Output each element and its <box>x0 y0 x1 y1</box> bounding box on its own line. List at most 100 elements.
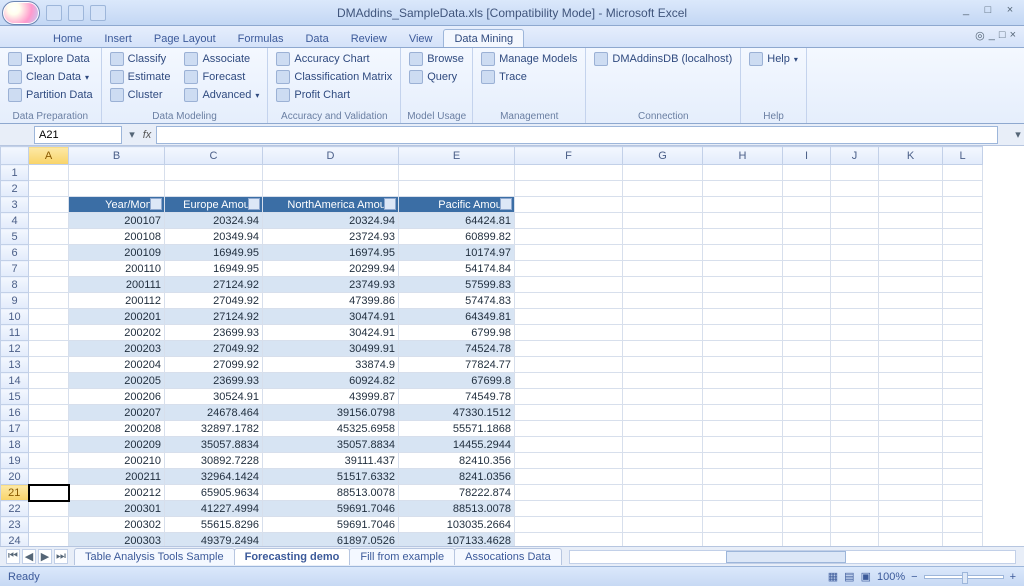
cell-I6[interactable] <box>783 245 831 261</box>
cell-L12[interactable] <box>943 341 983 357</box>
cell-D18[interactable]: 35057.8834 <box>263 437 399 453</box>
cell-B1[interactable] <box>69 165 165 181</box>
cell-A8[interactable] <box>29 277 69 293</box>
sheet-tab-table-analysis-tools-sample[interactable]: Table Analysis Tools Sample <box>74 548 235 565</box>
cell-F16[interactable] <box>515 405 623 421</box>
cell-D13[interactable]: 33874.9 <box>263 357 399 373</box>
cell-J3[interactable] <box>831 197 879 213</box>
cell-D17[interactable]: 45325.6958 <box>263 421 399 437</box>
cell-C5[interactable]: 20349.94 <box>165 229 263 245</box>
cell-F4[interactable] <box>515 213 623 229</box>
cell-B13[interactable]: 200204 <box>69 357 165 373</box>
cell-D7[interactable]: 20299.94 <box>263 261 399 277</box>
row-header[interactable]: 23 <box>1 517 29 533</box>
cell-K22[interactable] <box>879 501 943 517</box>
cell-F24[interactable] <box>515 533 623 547</box>
cell-L10[interactable] <box>943 309 983 325</box>
view-break-icon[interactable]: ▣ <box>861 570 871 583</box>
cell-L16[interactable] <box>943 405 983 421</box>
cell-D19[interactable]: 39111.437 <box>263 453 399 469</box>
cell-D22[interactable]: 59691.7046 <box>263 501 399 517</box>
column-header-C[interactable]: C <box>165 147 263 165</box>
cell-D5[interactable]: 23724.93 <box>263 229 399 245</box>
qat-save-icon[interactable] <box>46 5 62 21</box>
filter-dropdown-icon[interactable] <box>150 198 162 210</box>
cell-G6[interactable] <box>623 245 703 261</box>
row-header[interactable]: 7 <box>1 261 29 277</box>
ribbon-classification-matrix[interactable]: Classification Matrix <box>274 69 394 85</box>
zoom-out-button[interactable]: − <box>911 571 917 583</box>
row-header[interactable]: 17 <box>1 421 29 437</box>
cell-B22[interactable]: 200301 <box>69 501 165 517</box>
cell-J4[interactable] <box>831 213 879 229</box>
ribbon-minimize-icon[interactable]: _ <box>989 29 995 42</box>
formula-bar[interactable] <box>156 126 998 144</box>
cell-F11[interactable] <box>515 325 623 341</box>
filter-dropdown-icon[interactable] <box>248 198 260 210</box>
cell-A14[interactable] <box>29 373 69 389</box>
cell-E21[interactable]: 78222.874 <box>399 485 515 501</box>
cell-A23[interactable] <box>29 517 69 533</box>
ribbon-classify[interactable]: Classify <box>108 51 173 67</box>
cell-G17[interactable] <box>623 421 703 437</box>
cell-J1[interactable] <box>831 165 879 181</box>
cell-E10[interactable]: 64349.81 <box>399 309 515 325</box>
cell-H23[interactable] <box>703 517 783 533</box>
cell-J6[interactable] <box>831 245 879 261</box>
cell-L23[interactable] <box>943 517 983 533</box>
cell-K19[interactable] <box>879 453 943 469</box>
cell-K11[interactable] <box>879 325 943 341</box>
ribbon-cluster[interactable]: Cluster <box>108 87 173 103</box>
row-header[interactable]: 9 <box>1 293 29 309</box>
select-all-corner[interactable] <box>1 147 29 165</box>
row-header[interactable]: 8 <box>1 277 29 293</box>
row-header[interactable]: 12 <box>1 341 29 357</box>
cell-A6[interactable] <box>29 245 69 261</box>
cell-L3[interactable] <box>943 197 983 213</box>
cell-K9[interactable] <box>879 293 943 309</box>
cell-H12[interactable] <box>703 341 783 357</box>
cell-L5[interactable] <box>943 229 983 245</box>
cell-F22[interactable] <box>515 501 623 517</box>
cell-H9[interactable] <box>703 293 783 309</box>
cell-B20[interactable]: 200211 <box>69 469 165 485</box>
cell-E15[interactable]: 74549.78 <box>399 389 515 405</box>
menu-tab-home[interactable]: Home <box>42 29 93 47</box>
ribbon-query[interactable]: Query <box>407 69 466 85</box>
cell-D12[interactable]: 30499.91 <box>263 341 399 357</box>
cell-D16[interactable]: 39156.0798 <box>263 405 399 421</box>
cell-J10[interactable] <box>831 309 879 325</box>
cell-L24[interactable] <box>943 533 983 547</box>
cell-B6[interactable]: 200109 <box>69 245 165 261</box>
cell-A15[interactable] <box>29 389 69 405</box>
cell-C1[interactable] <box>165 165 263 181</box>
cell-F5[interactable] <box>515 229 623 245</box>
cell-J8[interactable] <box>831 277 879 293</box>
sheet-nav-next-icon[interactable]: ▶ <box>38 549 52 564</box>
cell-F8[interactable] <box>515 277 623 293</box>
cell-G12[interactable] <box>623 341 703 357</box>
column-header-J[interactable]: J <box>831 147 879 165</box>
cell-A7[interactable] <box>29 261 69 277</box>
cell-F2[interactable] <box>515 181 623 197</box>
cell-D20[interactable]: 51517.6332 <box>263 469 399 485</box>
cell-K14[interactable] <box>879 373 943 389</box>
cell-D14[interactable]: 60924.82 <box>263 373 399 389</box>
cell-L14[interactable] <box>943 373 983 389</box>
cell-D15[interactable]: 43999.87 <box>263 389 399 405</box>
cell-G24[interactable] <box>623 533 703 547</box>
cell-H19[interactable] <box>703 453 783 469</box>
cell-B24[interactable]: 200303 <box>69 533 165 547</box>
cell-E5[interactable]: 60899.82 <box>399 229 515 245</box>
cell-F10[interactable] <box>515 309 623 325</box>
row-header[interactable]: 19 <box>1 453 29 469</box>
row-header[interactable]: 20 <box>1 469 29 485</box>
cell-G8[interactable] <box>623 277 703 293</box>
cell-K23[interactable] <box>879 517 943 533</box>
cell-G22[interactable] <box>623 501 703 517</box>
column-header-B[interactable]: B <box>69 147 165 165</box>
row-header[interactable]: 14 <box>1 373 29 389</box>
cell-I13[interactable] <box>783 357 831 373</box>
menu-tab-page-layout[interactable]: Page Layout <box>143 29 227 47</box>
cell-H13[interactable] <box>703 357 783 373</box>
